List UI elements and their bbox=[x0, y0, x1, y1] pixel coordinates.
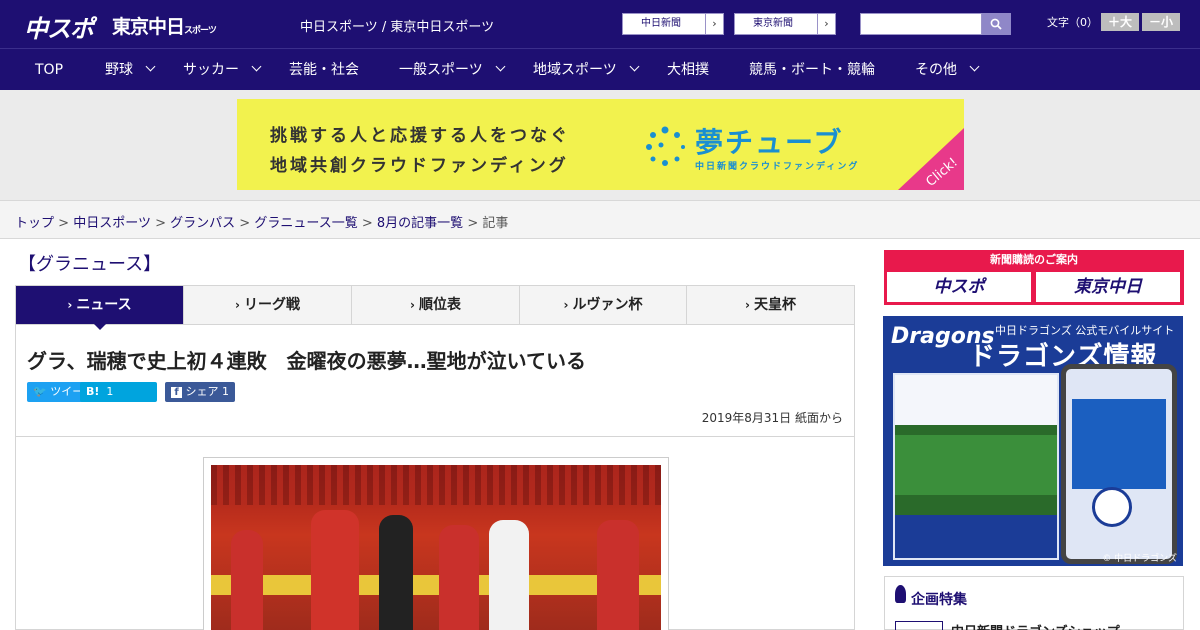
chevron-down-icon bbox=[251, 61, 262, 72]
chevron-down-icon bbox=[969, 61, 980, 72]
tab-league[interactable]: › リーグ戦 bbox=[184, 286, 352, 324]
banner-line-1: 挑戦する人と応援する人をつなぐ bbox=[270, 126, 570, 146]
font-bigger-button[interactable]: ＋大 bbox=[1101, 13, 1139, 31]
chevron-right-icon: › bbox=[67, 298, 73, 312]
tab-emperors-cup[interactable]: › 天皇杯 bbox=[687, 286, 854, 324]
nav-item-regional-sports[interactable]: 地域スポーツ bbox=[533, 49, 640, 91]
shop-thumbnail[interactable] bbox=[895, 621, 943, 630]
photo-player bbox=[597, 520, 639, 630]
breadcrumb-august-list[interactable]: 8月の記事一覧 bbox=[377, 216, 463, 231]
dragons-mobile-banner[interactable]: Dragons 中日ドラゴンズ 公式モバイルサイト ドラゴンズ情報 © 中日ドラ… bbox=[883, 316, 1183, 566]
photo-player bbox=[231, 530, 263, 630]
phone-graphic bbox=[1061, 364, 1177, 564]
ribbon-icon bbox=[895, 585, 906, 603]
chevron-down-icon bbox=[629, 61, 640, 72]
dragons-copyright: © 中日ドラゴンズ bbox=[1102, 554, 1177, 564]
photo-goalkeeper bbox=[379, 515, 413, 630]
doala-mascot-icon bbox=[1092, 487, 1132, 527]
nav-item-soccer[interactable]: サッカー bbox=[183, 49, 262, 91]
article-header: グラ、瑞穂で史上初４連敗 金曜夜の悪夢…聖地が泣いている 🐦 ツイート B! 1… bbox=[16, 325, 854, 437]
chevron-right-icon: › bbox=[745, 298, 750, 312]
category-tabs: › ニュース › リーグ戦 › 順位表 › ルヴァン杯 › 天皇杯 bbox=[15, 285, 855, 325]
article: グラ、瑞穂で史上初４連敗 金曜夜の悪夢…聖地が泣いている 🐦 ツイート B! 1… bbox=[15, 325, 855, 630]
subscription-box[interactable]: 新聞購読のご案内 中スポ 東京中日 bbox=[884, 250, 1184, 305]
section-title: 【グラニュース】 bbox=[18, 254, 162, 275]
breadcrumb-current: 記事 bbox=[482, 216, 509, 231]
photo-opponent bbox=[489, 520, 529, 630]
tab-levain-cup[interactable]: › ルヴァン杯 bbox=[520, 286, 687, 324]
subscription-header: 新聞購読のご案内 bbox=[990, 253, 1078, 266]
subscribe-chunichi-button[interactable]: 中スポ bbox=[887, 272, 1031, 302]
breadcrumb-bar: トップ > 中日スポーツ > グランパス > グラニュース一覧 > 8月の記事一… bbox=[0, 200, 1200, 239]
special-features-box: 企画特集 中日新聞ドラゴンズショップ bbox=[884, 576, 1184, 630]
banner-line-2: 地域共創クラウドファンディング bbox=[270, 156, 569, 176]
chevron-right-icon: › bbox=[563, 298, 569, 312]
subscribe-tokyo-button[interactable]: 東京中日 bbox=[1036, 272, 1180, 302]
main-nav: TOP 野球 サッカー 芸能・社会 一般スポーツ 地域スポーツ 大相撲 競馬・ボ… bbox=[0, 48, 1200, 90]
banner-brand-sub: 中日新聞クラウドファンディング bbox=[695, 162, 860, 172]
search-input[interactable] bbox=[860, 13, 982, 35]
chevron-right-icon: › bbox=[235, 298, 240, 312]
dots-logo-icon bbox=[646, 126, 685, 166]
article-photo[interactable] bbox=[211, 465, 661, 630]
banner-brand: 夢チューブ bbox=[695, 126, 844, 159]
photo-crowd bbox=[211, 465, 661, 505]
tab-news[interactable]: › ニュース bbox=[16, 286, 184, 324]
nav-item-keiba[interactable]: 競馬・ボート・競輪 bbox=[749, 49, 875, 91]
search-icon bbox=[990, 18, 1002, 30]
article-date: 2019年8月31日 紙面から bbox=[701, 411, 843, 425]
photo-player bbox=[439, 525, 479, 630]
chevron-right-icon: › bbox=[817, 14, 835, 34]
chevron-right-icon: › bbox=[410, 298, 415, 312]
hatena-icon: B! bbox=[86, 385, 100, 398]
twitter-icon: 🐦 bbox=[33, 385, 47, 398]
breadcrumb-chunichi-sports[interactable]: 中日スポーツ bbox=[73, 216, 151, 231]
tokyo-chunichi-logo[interactable]: 東京中日スポーツ bbox=[112, 12, 217, 39]
photo-ad-board bbox=[211, 575, 661, 595]
site-header: 中スポ 東京中日スポーツ 中日スポーツ / 東京中日スポーツ 中日新聞 › 東京… bbox=[0, 0, 1200, 48]
search-button[interactable] bbox=[982, 13, 1011, 35]
hatena-button[interactable]: B! 1 bbox=[80, 382, 157, 402]
special-features-title: 企画特集 bbox=[911, 592, 967, 608]
nav-item-top[interactable]: TOP bbox=[35, 49, 63, 91]
nav-item-sumo[interactable]: 大相撲 bbox=[667, 49, 709, 91]
nav-item-entertainment[interactable]: 芸能・社会 bbox=[289, 49, 359, 91]
tab-standings[interactable]: › 順位表 bbox=[352, 286, 520, 324]
scoreboard-graphic bbox=[893, 373, 1059, 560]
nav-item-baseball[interactable]: 野球 bbox=[105, 49, 156, 91]
tokyo-shimbun-link[interactable]: 東京新聞 › bbox=[734, 13, 836, 35]
special-feature-item[interactable]: 中日新聞ドラゴンズショップ bbox=[951, 621, 1120, 630]
photo-player bbox=[311, 510, 359, 630]
chevron-down-icon bbox=[145, 61, 156, 72]
font-size-label: 文字（0） bbox=[1047, 16, 1098, 29]
breadcrumb-gra-news-list[interactable]: グラニュース一覧 bbox=[254, 216, 357, 231]
nav-item-general-sports[interactable]: 一般スポーツ bbox=[399, 49, 506, 91]
crowdfunding-banner[interactable]: 挑戦する人と応援する人をつなぐ 地域共創クラウドファンディング 夢チューブ 中日… bbox=[237, 99, 964, 190]
article-title: グラ、瑞穂で史上初４連敗 金曜夜の悪夢…聖地が泣いている bbox=[27, 349, 586, 373]
breadcrumb-grampus[interactable]: グランパス bbox=[170, 216, 235, 231]
breadcrumb-top[interactable]: トップ bbox=[15, 216, 54, 231]
chunichi-sports-logo[interactable]: 中スポ bbox=[24, 9, 94, 44]
nav-item-other[interactable]: その他 bbox=[915, 49, 980, 91]
font-smaller-button[interactable]: －小 bbox=[1142, 13, 1180, 31]
chunichi-shimbun-link[interactable]: 中日新聞 › bbox=[622, 13, 724, 35]
article-photo-frame bbox=[203, 457, 669, 630]
facebook-share-button[interactable]: f シェア 1 bbox=[165, 382, 235, 402]
chevron-down-icon bbox=[495, 61, 506, 72]
facebook-icon: f bbox=[171, 387, 182, 398]
chevron-right-icon: › bbox=[705, 14, 723, 34]
breadcrumb: トップ > 中日スポーツ > グランパス > グラニュース一覧 > 8月の記事一… bbox=[15, 216, 509, 231]
site-names: 中日スポーツ / 東京中日スポーツ bbox=[300, 20, 495, 35]
